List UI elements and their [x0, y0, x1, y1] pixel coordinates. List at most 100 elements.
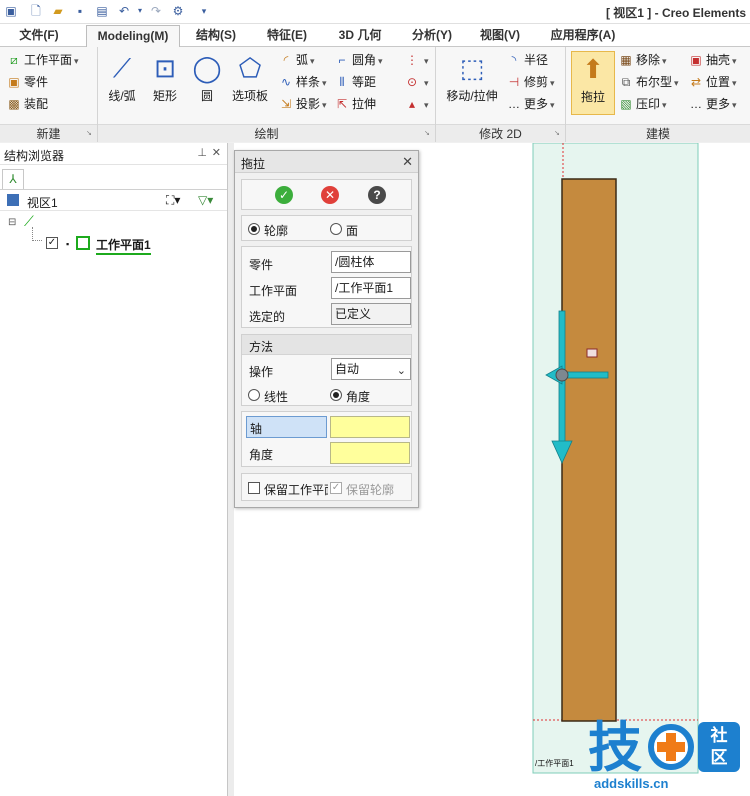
part-field[interactable]: /圆柱体 [331, 251, 411, 273]
fillet-button[interactable]: ⌐ 圆角 ▾ [334, 51, 382, 69]
pentagon-icon: ⬠ [238, 53, 262, 83]
line-arc-button[interactable]: ⟋ 线/弧 [104, 51, 140, 104]
imprint-button[interactable]: ▧ 压印 ▾ [618, 95, 667, 113]
axis-field[interactable] [330, 416, 410, 438]
tab-analysis[interactable]: 分析(Y) [400, 25, 464, 47]
save-icon[interactable]: ▪ [72, 3, 88, 19]
close-icon[interactable]: ✕ [402, 154, 413, 170]
options-icon[interactable]: ⚙ [170, 3, 186, 19]
tab-structure[interactable]: 结构(S) [184, 25, 248, 47]
binoculars-icon[interactable]: ⛶▾ [166, 193, 180, 208]
dialog-header: 拖拉 ✕ [235, 151, 418, 173]
view-label: 视区1 [27, 196, 58, 210]
open-icon[interactable]: ▰ [50, 3, 66, 19]
workplane-icon [76, 236, 90, 250]
customize-icon[interactable]: ▾ [196, 3, 212, 19]
dialog-launcher-icon[interactable]: ↘ [86, 130, 94, 138]
angle-radio[interactable] [330, 389, 342, 401]
selected-label: 选定的 [249, 310, 286, 324]
workplane-visibility-checkbox[interactable]: ✓ [46, 237, 58, 249]
move-stretch-button[interactable]: ⬚ 移动/拉伸 [442, 51, 502, 104]
center-point-button[interactable]: ⊙ ▾ [404, 73, 429, 91]
tab-features[interactable]: 特征(E) [254, 25, 320, 47]
remove-button[interactable]: ▦ 移除 ▾ [618, 51, 666, 69]
more-modify-button[interactable]: … 更多 ▾ [506, 95, 555, 113]
group-new: ⧄ 工作平面 ▾ ▣ 零件 ▩ 装配 新建 ↘ [0, 47, 98, 142]
keep-workplane-checkbox[interactable] [248, 482, 260, 494]
offset-icon: ⫴ [339, 75, 345, 89]
pull-icon: ⬆ [582, 54, 604, 84]
dialog-launcher-icon[interactable]: ↘ [554, 130, 562, 138]
angle-field[interactable] [330, 442, 410, 464]
rectangle-button[interactable]: ⊡ 矩形 [148, 51, 182, 104]
position-icon: ⇄ [690, 75, 702, 89]
linear-radio[interactable] [248, 389, 260, 401]
view-selector[interactable]: 视区1 ⛶▾ ▽▾ [0, 189, 227, 211]
spline-button[interactable]: ∿ 样条 ▾ [278, 73, 327, 91]
project-icon: ⇲ [280, 97, 292, 111]
close-icon[interactable]: ✕ [212, 146, 221, 159]
undo-dropdown-icon[interactable]: ▾ [132, 3, 148, 19]
chevron-down-icon: ▾ [732, 78, 737, 88]
chevron-down-icon: ▾ [674, 78, 679, 88]
group-new-label: 新建 [0, 124, 97, 142]
pin-icon[interactable]: ⊥ [197, 146, 207, 159]
selected-field[interactable]: 已定义 [331, 303, 411, 325]
project-button[interactable]: ⇲ 投影 ▾ [278, 95, 327, 113]
tab-modeling[interactable]: Modeling(M) [86, 25, 180, 47]
chevron-down-icon: ▾ [662, 100, 667, 110]
cylinder-body[interactable] [561, 178, 617, 722]
trim-button[interactable]: ⊣ 修剪 ▾ [506, 73, 555, 91]
pull-button[interactable]: ⬆ 拖拉 [571, 51, 615, 115]
tab-3d-geometry[interactable]: 3D 几何 [326, 25, 394, 47]
filter-icon[interactable]: ▽▾ [198, 193, 213, 207]
redo-icon[interactable]: ↷ [148, 3, 164, 19]
cancel-button[interactable]: ✕ [321, 186, 339, 204]
boolean-button[interactable]: ⧉ 布尔型 ▾ [618, 73, 679, 91]
mode-face-label: 面 [346, 224, 359, 238]
arc-button[interactable]: ◜ 弧 ▾ [278, 51, 315, 69]
expand-icon[interactable]: ⊟ [8, 217, 16, 228]
viewport-icon [7, 194, 19, 206]
radius-button[interactable]: ◝ 半径 [506, 51, 548, 69]
undo-icon[interactable]: ↶ [116, 3, 132, 19]
workplane-icon: ⧄ [10, 53, 18, 67]
options-section: 保留工作平面 ✓ 保留轮廓 [241, 473, 412, 501]
tree-view-tab[interactable]: ⅄ [2, 169, 24, 189]
offset-button[interactable]: ⫴ 等距 [334, 73, 376, 91]
palette-button[interactable]: ⬠ 选项板 [228, 51, 272, 104]
trim-icon: ⊣ [508, 75, 520, 89]
new-icon[interactable]: 🗋 [28, 3, 44, 19]
help-button[interactable]: ? [368, 186, 386, 204]
x-icon: ✕ [324, 188, 336, 202]
shell-button[interactable]: ▣ 抽壳 ▾ [688, 51, 736, 69]
workplane-field[interactable]: /工作平面1 [331, 277, 411, 299]
new-workplane-button[interactable]: ⧄ 工作平面 ▾ [6, 51, 78, 69]
part-label: 零件 [249, 258, 274, 272]
tree-item-workplane[interactable]: 工作平面1 [96, 236, 151, 255]
chevron-down-icon: ⌄ [396, 365, 406, 377]
move-stretch-icon: ⬚ [459, 53, 485, 83]
operation-label: 操作 [249, 365, 274, 379]
print-preview-icon[interactable]: ▤ [94, 3, 110, 19]
circle-button[interactable]: ◯ 圆 [190, 51, 224, 104]
new-assembly-button[interactable]: ▩ 装配 [6, 95, 48, 113]
ok-button[interactable]: ✓ [275, 186, 293, 204]
stretch-button[interactable]: ⇱ 拉伸 [334, 95, 376, 113]
app-menu-icon[interactable]: ▣ [3, 3, 19, 19]
new-part-button[interactable]: ▣ 零件 [6, 73, 48, 91]
tab-view[interactable]: 视图(V) [468, 25, 532, 47]
marker-button[interactable]: ▴ ▾ [404, 95, 429, 113]
keep-profile-checkbox[interactable]: ✓ [330, 482, 342, 494]
mode-face-radio[interactable] [330, 223, 342, 235]
axis-label-cell[interactable]: 轴 [246, 416, 327, 438]
tab-file[interactable]: 文件(F) [2, 25, 76, 47]
dialog-launcher-icon[interactable]: ↘ [424, 130, 432, 138]
more-model-button[interactable]: … 更多 ▾ [688, 95, 737, 113]
arrow-pivot[interactable] [555, 368, 569, 382]
point-tool-button[interactable]: ⋮ ▾ [404, 51, 429, 69]
mode-profile-radio[interactable] [248, 223, 260, 235]
operation-select[interactable]: 自动 ⌄ [331, 358, 411, 380]
tab-applications[interactable]: 应用程序(A) [538, 25, 628, 47]
position-button[interactable]: ⇄ 位置 ▾ [688, 73, 737, 91]
